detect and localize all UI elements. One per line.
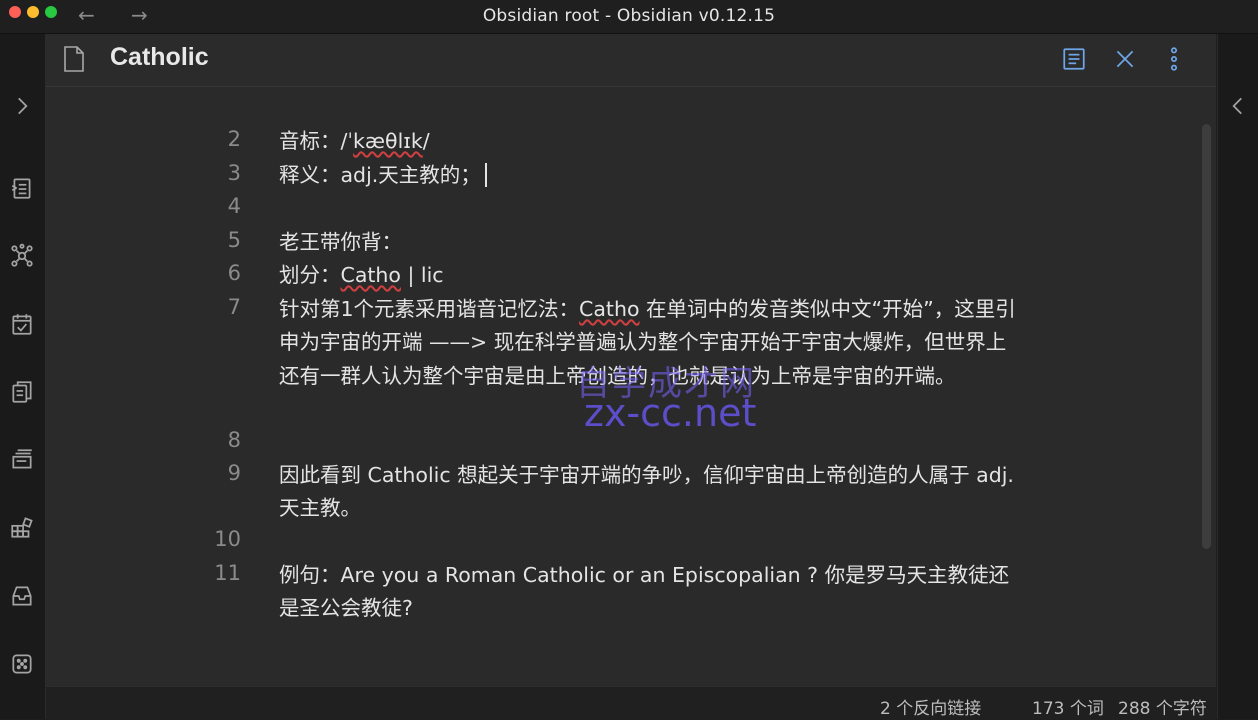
misspelled-word: kæθlɪk <box>353 129 423 153</box>
text-segment: 例句：Are you a Roman Catholic or an Episco… <box>279 563 1010 621</box>
close-icon[interactable] <box>1112 46 1138 72</box>
chevron-left-icon[interactable] <box>1224 92 1252 120</box>
line-text[interactable]: 释义：adj.天主教的； <box>279 159 1019 192</box>
backlinks-count[interactable]: 2 个反向链接 <box>880 694 981 719</box>
archive-icon[interactable] <box>8 582 36 610</box>
line-text[interactable]: 例句：Are you a Roman Catholic or an Episco… <box>279 559 1019 626</box>
window-title: Obsidian root - Obsidian v0.12.15 <box>482 6 776 26</box>
note-title: Catholic <box>110 43 209 71</box>
left-ribbon <box>0 34 46 719</box>
more-options-icon[interactable] <box>1161 46 1187 72</box>
line-number: 8 <box>227 428 241 452</box>
line-number: 3 <box>227 161 241 185</box>
chevron-right-icon[interactable] <box>8 92 36 120</box>
line-number: 11 <box>214 561 241 585</box>
line-text[interactable]: 老王带你背： <box>279 226 1019 259</box>
text-segment: 老王带你背： <box>279 230 402 254</box>
community-plugins-icon[interactable] <box>8 514 36 542</box>
text-segment: 针对第1个元素采用谐音记忆法： <box>279 297 580 321</box>
reading-view-icon[interactable] <box>1061 46 1087 72</box>
misspelled-word: Catho <box>579 297 640 321</box>
text-segment: 音标：/ˈ <box>279 129 354 153</box>
slides-icon[interactable] <box>8 446 36 474</box>
misspelled-word: Catho <box>340 263 401 287</box>
text-segment: 因此看到 Catholic 想起关于宇宙开端的争吵，信仰宇宙由上帝创造的人属于 … <box>279 463 1014 521</box>
templates-icon[interactable] <box>8 378 36 406</box>
text-segment: | lic <box>400 263 444 287</box>
text-cursor <box>484 163 487 187</box>
scrollbar[interactable] <box>1202 124 1211 549</box>
line-number: 5 <box>227 228 241 252</box>
line-text[interactable]: 音标：/ˈkæθlɪk/ <box>279 125 1019 158</box>
line-number: 2 <box>227 127 241 151</box>
word-count: 173 个词 <box>1032 699 1104 719</box>
char-count: 288 个字符 <box>1118 699 1207 719</box>
daily-note-icon[interactable] <box>8 310 36 338</box>
right-sidebar-strip <box>1217 34 1258 719</box>
line-number: 9 <box>227 461 241 485</box>
random-note-icon[interactable] <box>8 650 36 678</box>
text-segment: / <box>422 129 430 153</box>
switcher-icon[interactable] <box>8 174 36 202</box>
line-number: 7 <box>227 295 241 319</box>
status-bar: 2 个反向链接 173 个词 288 个字符 <box>46 686 1216 720</box>
line-text[interactable]: 因此看到 Catholic 想起关于宇宙开端的争吵，信仰宇宙由上帝创造的人属于 … <box>279 459 1019 526</box>
graph-icon[interactable] <box>8 242 36 270</box>
file-icon <box>64 46 84 72</box>
line-number: 6 <box>227 261 241 285</box>
text-segment: 划分： <box>279 263 341 287</box>
text-segment: 释义：adj.天主教的； <box>279 163 481 187</box>
title-bar: ← → Obsidian root - Obsidian v0.12.15 <box>0 0 1258 34</box>
watermark-en: zx-cc.net <box>584 391 757 435</box>
pane-header: Catholic <box>46 34 1216 87</box>
line-number: 4 <box>227 194 241 218</box>
editor-pane: Catholic 2 音标：/ˈkæθlɪk/3 释义：adj.天主教的； 4 5 老王带… <box>46 34 1216 686</box>
line-text[interactable]: 划分：Catho | lic <box>279 259 1019 292</box>
line-number: 10 <box>214 527 241 551</box>
